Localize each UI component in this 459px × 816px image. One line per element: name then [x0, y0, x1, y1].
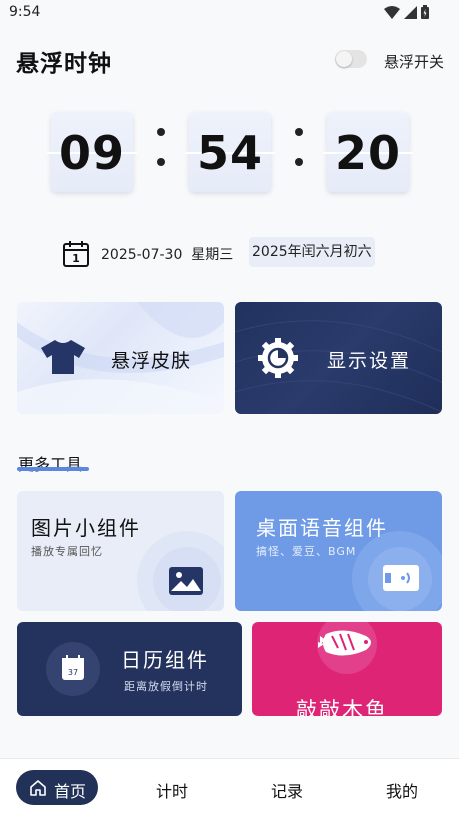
float-toggle[interactable] — [335, 50, 367, 68]
signal-icon — [404, 5, 417, 19]
clock-colon — [156, 128, 166, 188]
skin-card-label: 悬浮皮肤 — [111, 350, 192, 372]
clock-colon — [294, 128, 304, 188]
clock-hours-text: 09 — [58, 126, 125, 180]
status-time: 9:54 — [9, 4, 41, 20]
skin-card[interactable]: 悬浮皮肤 — [17, 302, 224, 414]
voice-widget-subtitle: 搞怪、爱豆、BGM — [256, 545, 357, 558]
display-card-label: 显示设置 — [327, 350, 412, 372]
date-text: 2025-07-30 星期三 — [101, 244, 233, 264]
clock-minutes-text: 54 — [196, 126, 263, 180]
clock-hours: 09 — [47, 112, 137, 192]
more-tools-underline — [17, 467, 89, 471]
nav-profile-tab[interactable]: 我的 — [386, 778, 418, 802]
voice-widget-title: 桌面语音组件 — [256, 516, 388, 540]
clock-minutes: 54 — [185, 112, 275, 192]
weekday-value: 星期三 — [191, 247, 234, 263]
toggle-knob — [336, 51, 352, 67]
display-settings-card[interactable]: 显示设置 — [235, 302, 442, 414]
float-toggle-label: 悬浮开关 — [384, 53, 445, 71]
calendar-widget-card[interactable]: 37 日历组件 距离放假倒计时 — [17, 622, 242, 716]
home-icon — [30, 780, 46, 796]
battery-icon — [421, 5, 429, 19]
calendar-widget-icon-text: 37 — [68, 668, 78, 677]
clock-seconds-text: 20 — [334, 126, 401, 180]
nav-home-label: 首页 — [54, 782, 87, 801]
calendar-widget-subtitle: 距离放假倒计时 — [124, 680, 208, 693]
voice-widget-card[interactable]: 桌面语音组件 搞怪、爱豆、BGM — [235, 491, 442, 611]
status-icons — [384, 5, 429, 19]
wooden-fish-title: 敲敲木鱼 — [296, 698, 388, 716]
more-tools-title: 更多工具 — [18, 455, 83, 474]
wooden-fish-card[interactable]: 敲敲木鱼 — [252, 622, 442, 716]
lunar-date: 2025年闰六月初六 — [249, 237, 375, 267]
calendar-widget-title: 日历组件 — [121, 648, 209, 672]
page-title: 悬浮时钟 — [16, 51, 112, 77]
wooden-fish-icon — [317, 622, 377, 674]
nav-home-tab[interactable]: 首页 — [16, 770, 98, 805]
image-icon — [169, 567, 203, 595]
nav-timer-tab[interactable]: 计时 — [156, 778, 188, 802]
date-value: 2025-07-30 — [101, 247, 183, 263]
tshirt-icon — [41, 340, 85, 374]
image-widget-subtitle: 播放专属回忆 — [31, 545, 103, 558]
image-widget-title: 图片小组件 — [31, 516, 141, 540]
calendar-icon: 1 — [63, 241, 89, 267]
wifi-icon — [384, 5, 400, 19]
gear-pie-icon — [258, 338, 298, 378]
image-widget-card[interactable]: 图片小组件 播放专属回忆 — [17, 491, 224, 611]
voice-icon — [383, 565, 419, 591]
clock-seconds: 20 — [323, 112, 413, 192]
calendar-icon-day: 1 — [72, 252, 80, 265]
calendar-widget-icon: 37 — [46, 642, 100, 696]
nav-records-tab[interactable]: 记录 — [271, 778, 303, 802]
